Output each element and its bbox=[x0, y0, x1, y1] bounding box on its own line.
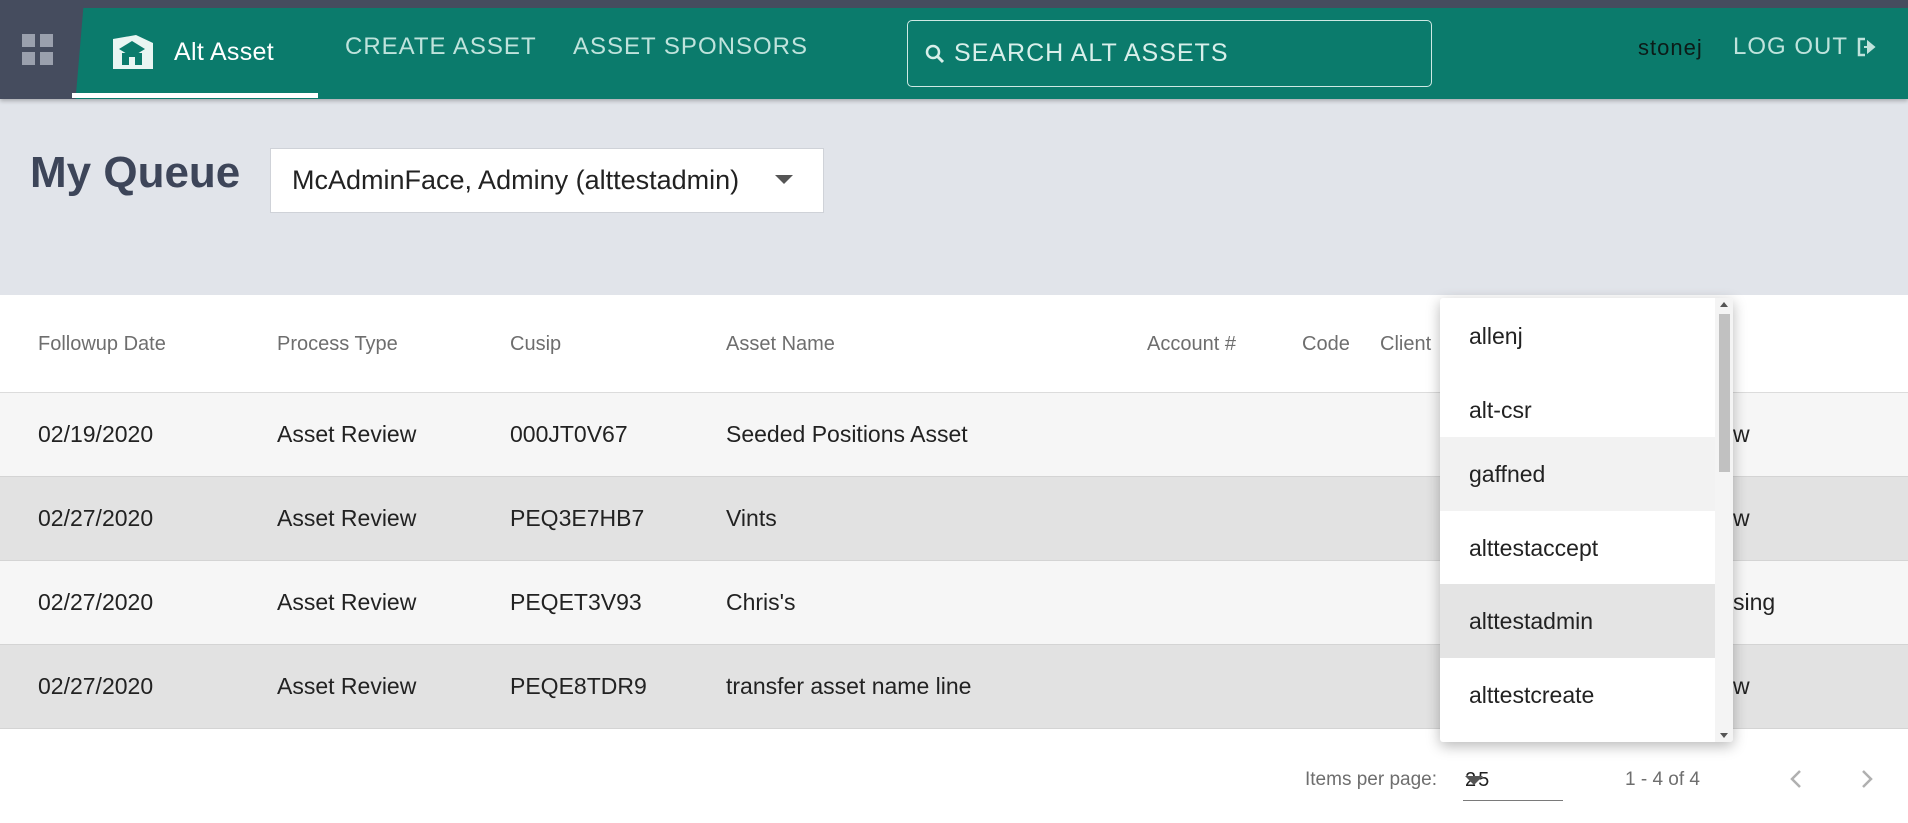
logout-button[interactable]: LOG OUT bbox=[1733, 33, 1878, 61]
cell-cusip: PEQE8TDR9 bbox=[510, 673, 647, 699]
chevron-down-icon bbox=[1465, 776, 1483, 785]
app-name: Alt Asset bbox=[174, 38, 274, 66]
logout-icon bbox=[1857, 37, 1876, 57]
items-per-page-select[interactable]: 25 bbox=[1463, 759, 1563, 801]
cell-cusip: PEQ3E7HB7 bbox=[510, 505, 645, 531]
user-option[interactable]: gaffned bbox=[1440, 437, 1715, 511]
col-followup-date[interactable]: Followup Date bbox=[38, 333, 166, 356]
col-process-type[interactable]: Process Type bbox=[277, 333, 398, 356]
cell-trailing: w bbox=[1733, 421, 1750, 447]
queue-user-select-value: McAdminFace, Adminy (alttestadmin) bbox=[292, 165, 740, 195]
brand-home-link[interactable]: Alt Asset bbox=[72, 8, 274, 97]
cell-followup-date: 02/19/2020 bbox=[38, 421, 154, 447]
search-box[interactable] bbox=[907, 20, 1432, 87]
table-paginator: Items per page: 25 1 - 4 of 4 bbox=[0, 735, 1908, 823]
page-range-label: 1 - 4 of 4 bbox=[1625, 769, 1700, 790]
chevron-left-icon bbox=[1790, 770, 1801, 788]
col-asset-name[interactable]: Asset Name bbox=[726, 333, 835, 356]
cell-process-type: Asset Review bbox=[277, 589, 417, 615]
cell-asset-name: Vints bbox=[726, 505, 777, 531]
cell-cusip: PEQET3V93 bbox=[510, 589, 642, 615]
scroll-down-icon[interactable] bbox=[1720, 733, 1728, 738]
chevron-down-icon bbox=[775, 175, 793, 184]
cell-trailing: sing bbox=[1733, 589, 1776, 615]
queue-user-select[interactable]: McAdminFace, Adminy (alttestadmin) bbox=[270, 148, 824, 213]
cell-process-type: Asset Review bbox=[277, 505, 417, 531]
items-per-page-label: Items per page: bbox=[1305, 769, 1438, 790]
cell-followup-date: 02/27/2020 bbox=[38, 673, 154, 699]
cell-process-type: Asset Review bbox=[277, 421, 417, 447]
next-page-button[interactable] bbox=[1844, 757, 1888, 801]
user-option[interactable]: alttestcreate bbox=[1440, 658, 1715, 732]
chevron-right-icon bbox=[1862, 770, 1873, 788]
col-client[interactable]: Client bbox=[1380, 333, 1431, 356]
user-option-selected[interactable]: alttestadmin bbox=[1440, 584, 1715, 658]
cell-trailing: w bbox=[1733, 673, 1750, 699]
cell-asset-name: Seeded Positions Asset bbox=[726, 421, 968, 447]
cell-followup-date: 02/27/2020 bbox=[38, 505, 154, 531]
page-title: My Queue bbox=[30, 148, 241, 197]
user-option[interactable]: allenj bbox=[1440, 299, 1715, 373]
top-strip bbox=[0, 0, 1908, 8]
search-input[interactable] bbox=[954, 39, 1414, 68]
nav-create-asset[interactable]: CREATE ASSET bbox=[345, 33, 537, 61]
cell-followup-date: 02/27/2020 bbox=[38, 589, 154, 615]
user-option[interactable]: alttestaccept bbox=[1440, 511, 1715, 585]
brand-logo-icon bbox=[113, 34, 153, 69]
cell-process-type: Asset Review bbox=[277, 673, 417, 699]
nav-asset-sponsors[interactable]: ASSET SPONSORS bbox=[573, 33, 808, 61]
scrollbar-thumb[interactable] bbox=[1719, 314, 1730, 472]
active-tab-indicator bbox=[72, 93, 318, 98]
logout-label: LOG OUT bbox=[1733, 33, 1849, 60]
cell-cusip: 000JT0V67 bbox=[510, 421, 628, 447]
current-username: stonej bbox=[1638, 35, 1703, 60]
apps-grid-icon bbox=[21, 34, 53, 65]
top-app-bar: Alt Asset CREATE ASSET ASSET SPONSORS st… bbox=[0, 0, 1908, 99]
col-code[interactable]: Code bbox=[1302, 333, 1350, 356]
dropdown-scrollbar[interactable] bbox=[1715, 298, 1733, 742]
cell-asset-name: Chris's bbox=[726, 589, 796, 615]
cell-asset-name: transfer asset name line bbox=[726, 673, 972, 699]
scroll-up-icon[interactable] bbox=[1720, 302, 1728, 307]
col-account-number[interactable]: Account # bbox=[1147, 333, 1236, 356]
search-icon bbox=[925, 44, 945, 63]
cell-trailing: w bbox=[1733, 505, 1750, 531]
user-option[interactable]: alt-csr bbox=[1440, 373, 1715, 447]
col-cusip[interactable]: Cusip bbox=[510, 333, 561, 356]
user-options-dropdown: allenj alt-csr gaffned alttestaccept alt… bbox=[1440, 298, 1733, 742]
previous-page-button[interactable] bbox=[1775, 757, 1819, 801]
